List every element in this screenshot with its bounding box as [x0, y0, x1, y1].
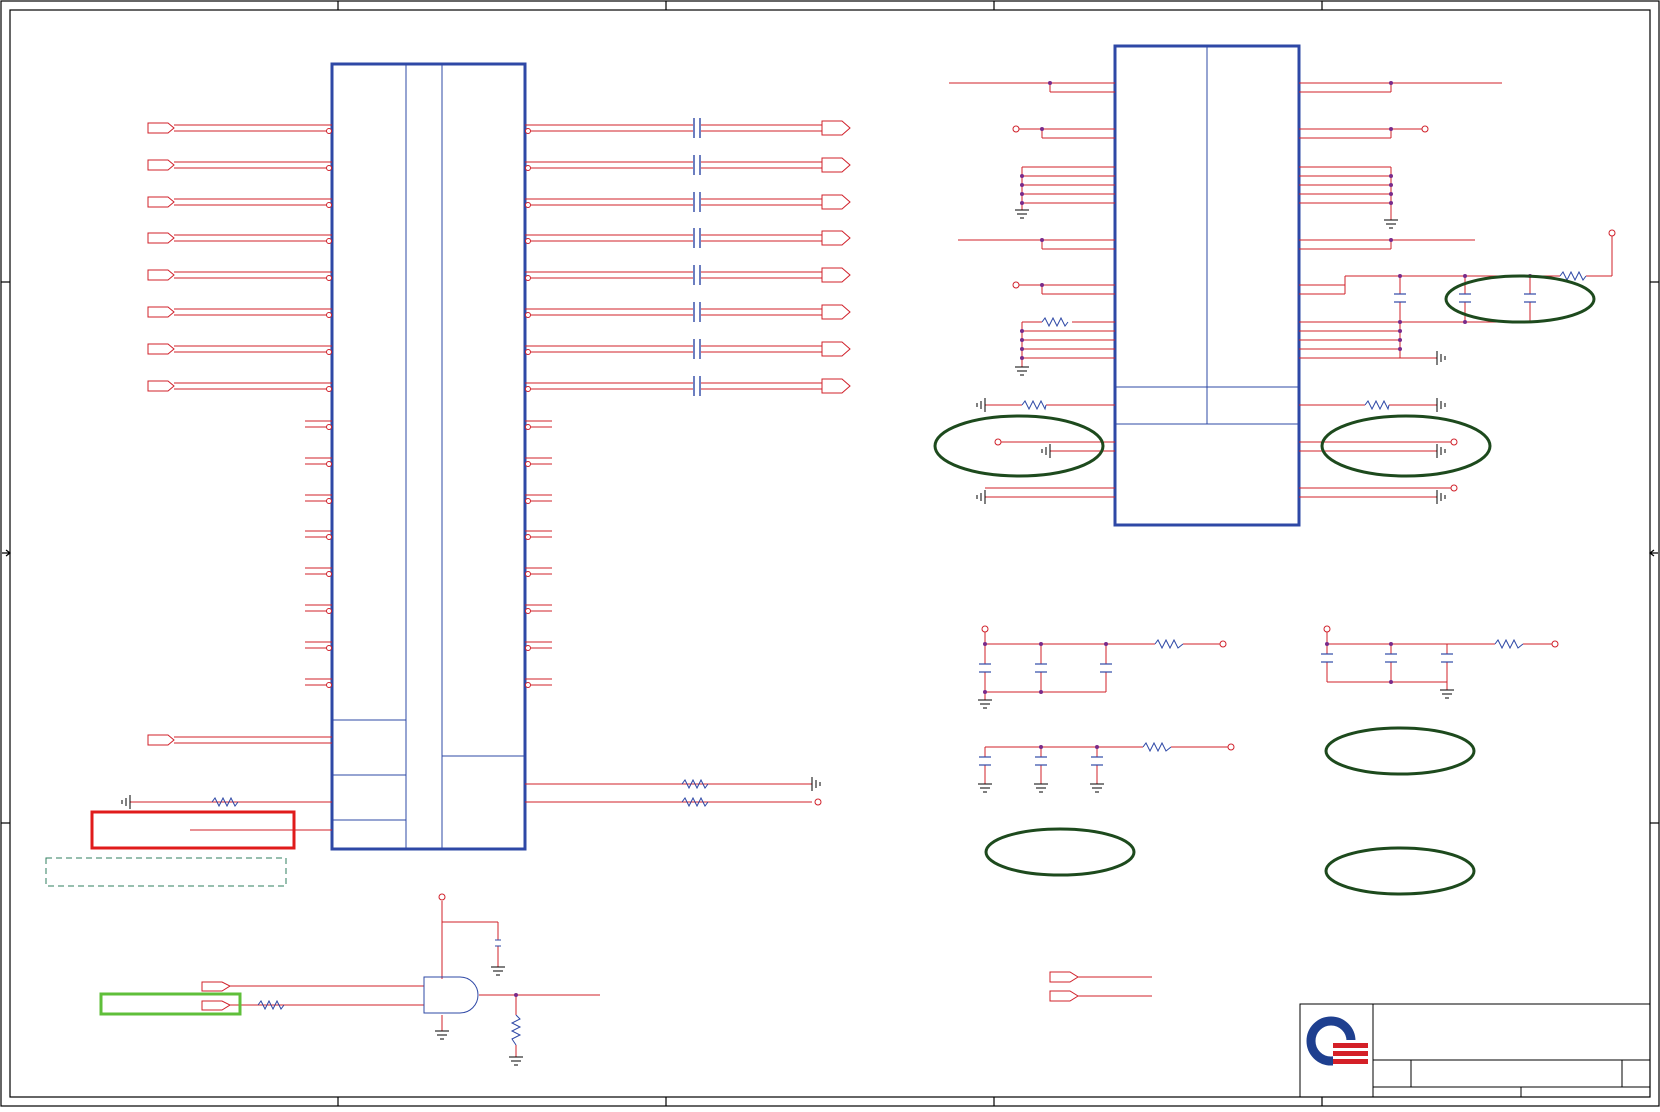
- ground-icon: [978, 689, 1454, 793]
- u2-right-nodes: [1389, 81, 1532, 351]
- pin-bubble: [326, 312, 332, 318]
- pin-bubble: [326, 608, 332, 614]
- pin-bubble: [326, 165, 332, 171]
- pin-bubble: [525, 461, 531, 467]
- off-page-connector-icon: [821, 157, 851, 173]
- pin-bubble: [525, 165, 531, 171]
- pin-bubble: [326, 128, 332, 134]
- pin-bubble: [525, 534, 531, 540]
- sheet-frame: [0, 0, 1660, 1107]
- pin-bubble: [326, 424, 332, 430]
- pin-bubble: [525, 275, 531, 281]
- ic-u1: [330, 62, 527, 851]
- pin-bubble: [525, 682, 531, 688]
- off-page-connector-icon: [147, 196, 175, 208]
- u1-output-pairs: [525, 118, 851, 396]
- u1-input-pairs: [147, 122, 332, 392]
- pin-bubble: [525, 386, 531, 392]
- pin-bubble: [326, 202, 332, 208]
- off-page-connector-icon: [147, 159, 175, 171]
- off-page-connector-icon: [821, 267, 851, 283]
- ground-icon: [435, 966, 523, 1066]
- pin-bubble: [326, 386, 332, 392]
- off-page-connector-icon: [821, 120, 851, 136]
- dashed-note-box: [45, 857, 287, 887]
- decoupling-network-1: [981, 625, 1227, 700]
- u2-left-wiring: [949, 82, 1115, 498]
- decoupling-nodes: [983, 642, 1393, 749]
- u1-stub-pins: [305, 420, 552, 688]
- pin-bubble: [326, 534, 332, 540]
- off-page-connector-icon: [147, 269, 175, 281]
- off-page-connector-icon: [147, 122, 175, 134]
- off-page-connector-icon: [821, 230, 851, 246]
- pin-bubble: [525, 608, 531, 614]
- pin-bubble: [525, 238, 531, 244]
- net-node: [514, 993, 518, 997]
- u2-left-nodes: [1020, 81, 1052, 360]
- schematic-sheet: [0, 0, 1660, 1107]
- u1-bottom-pins: [130, 734, 822, 831]
- u2-right-wiring: [1299, 82, 1616, 498]
- pin-bubble: [525, 645, 531, 651]
- highlight-ellipses: [933, 274, 1596, 896]
- pin-bubble: [525, 202, 531, 208]
- pin-bubble: [525, 498, 531, 504]
- pin-bubble: [326, 349, 332, 355]
- pin-bubble: [525, 312, 531, 318]
- company-logo-icon: [1306, 1016, 1369, 1068]
- capacitor-icon: [979, 653, 1453, 766]
- off-page-connector-icon: [147, 343, 175, 355]
- decoupling-network-2: [1323, 625, 1559, 690]
- pin-bubble: [326, 571, 332, 577]
- pin-bubble: [525, 571, 531, 577]
- ground-icon: [121, 777, 821, 809]
- pin-bubble: [525, 128, 531, 134]
- pin-bubble: [326, 682, 332, 688]
- pin-bubble: [326, 645, 332, 651]
- pin-bubble: [326, 275, 332, 281]
- off-page-connector-icon: [821, 378, 851, 394]
- pin-bubble: [525, 424, 531, 430]
- pin-bubble: [326, 238, 332, 244]
- ic-u2: [1113, 44, 1301, 527]
- resistor-icon: [1142, 638, 1524, 753]
- off-page-connector-icon: [1049, 971, 1152, 1002]
- green-callout-box: [99, 992, 242, 1016]
- capacitor-icon: [1394, 293, 1536, 303]
- ground-icon: [976, 209, 1446, 504]
- pin-bubble: [326, 498, 332, 504]
- pin-bubble: [525, 349, 531, 355]
- and-gate-icon: [257, 939, 522, 1046]
- and-gate-circuit: [201, 893, 600, 1057]
- off-page-connector-icon: [147, 306, 175, 318]
- decoupling-network-3: [984, 743, 1235, 784]
- off-page-connector-icon: [821, 194, 851, 210]
- pin-bubble: [326, 461, 332, 467]
- off-page-connector-icon: [147, 232, 175, 244]
- off-page-connector-icon: [821, 341, 851, 357]
- off-page-connector-icon: [147, 380, 175, 392]
- resistor-icon: [1021, 316, 1069, 411]
- off-page-connector-icon: [821, 304, 851, 320]
